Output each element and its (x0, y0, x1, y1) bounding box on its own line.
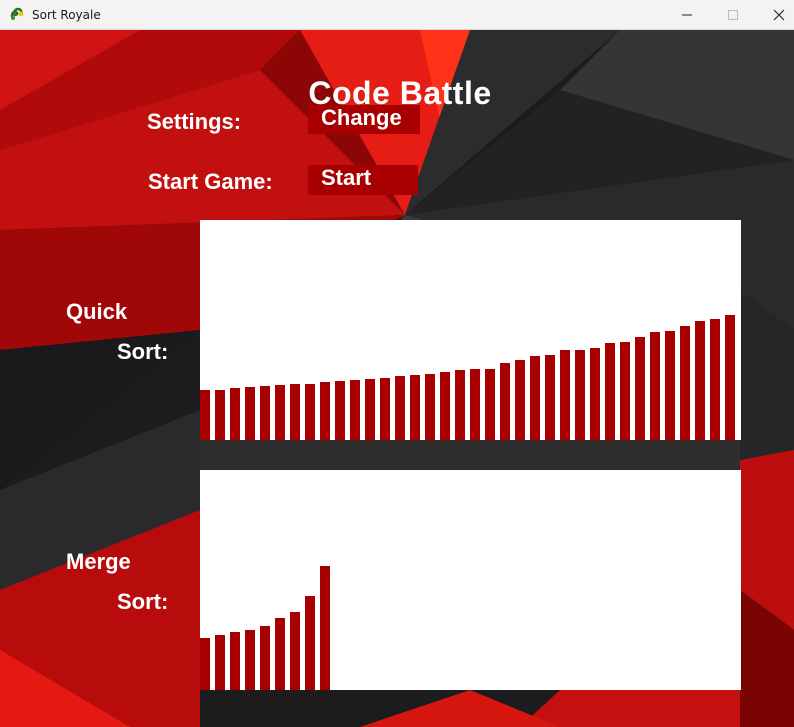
quick-sort-bar (470, 369, 480, 440)
quick-sort-bar (380, 378, 390, 440)
quick-sort-bar (455, 370, 465, 440)
quick-sort-label-line1: Quick (66, 299, 128, 324)
minimize-icon (682, 14, 692, 16)
merge-sort-bar (320, 566, 330, 690)
quick-sort-bar (560, 350, 570, 440)
quick-sort-bar (245, 387, 255, 440)
quick-sort-bar (425, 374, 435, 440)
quick-sort-bar (230, 388, 240, 440)
maximize-button[interactable] (710, 0, 756, 30)
title-bar[interactable]: Sort Royale (0, 0, 794, 30)
merge-sort-bars (200, 566, 330, 690)
quick-sort-bar (395, 376, 405, 440)
quick-sort-bar (215, 390, 225, 440)
merge-sort-bar (275, 618, 285, 690)
app-window: Sort Royale Code Battle Settings: Change… (0, 0, 794, 727)
close-icon (773, 9, 785, 21)
quick-sort-bar (695, 321, 705, 440)
merge-sort-label-line2: Sort: (117, 589, 169, 614)
quick-sort-bar (515, 360, 525, 440)
quick-sort-bar (200, 390, 210, 440)
close-button[interactable] (756, 0, 794, 30)
quick-sort-bar (650, 332, 660, 440)
merge-sort-bar (230, 632, 240, 690)
maximize-icon (728, 10, 738, 20)
merge-sort-panel (200, 470, 741, 690)
merge-sort-bar (200, 638, 210, 690)
quick-sort-bar (335, 381, 345, 440)
quick-sort-bar (320, 382, 330, 440)
quick-sort-label-line2: Sort: (117, 339, 169, 364)
quick-sort-bar (440, 372, 450, 440)
quick-sort-bar (680, 326, 690, 440)
start-game-label: Start Game: (148, 169, 273, 194)
quick-sort-bar (590, 348, 600, 440)
quick-sort-bar (575, 350, 585, 440)
quick-sort-bar (305, 384, 315, 440)
quick-sort-panel (200, 220, 741, 440)
quick-sort-bar (365, 379, 375, 440)
pygame-snake-icon (10, 7, 24, 20)
minimize-button[interactable] (664, 0, 710, 30)
window-title: Sort Royale (32, 8, 101, 22)
start-button[interactable]: Start (308, 165, 418, 195)
change-settings-button[interactable]: Change (308, 105, 420, 134)
merge-sort-label-line1: Merge (66, 549, 131, 574)
merge-sort-bar (245, 630, 255, 690)
quick-sort-bar (710, 319, 720, 440)
quick-sort-bar (530, 356, 540, 440)
game-canvas: Code Battle Settings: Change Start Game:… (0, 30, 794, 727)
merge-sort-bar (215, 635, 225, 690)
quick-sort-bar (725, 315, 735, 440)
quick-sort-bar (410, 375, 420, 440)
settings-label: Settings: (147, 109, 242, 134)
quick-sort-bars (200, 315, 735, 440)
merge-sort-bar (290, 612, 300, 690)
quick-sort-bar (500, 363, 510, 440)
quick-sort-bar (620, 342, 630, 440)
quick-sort-bar (665, 331, 675, 440)
quick-sort-bar (290, 384, 300, 440)
quick-sort-bar (605, 343, 615, 440)
merge-sort-bar (260, 626, 270, 690)
quick-sort-bar (485, 369, 495, 440)
quick-sort-bar (545, 355, 555, 440)
quick-sort-bar (275, 385, 285, 440)
quick-sort-bar (350, 380, 360, 440)
merge-sort-bar (305, 596, 315, 690)
quick-sort-bar (635, 337, 645, 440)
quick-sort-bar (260, 386, 270, 440)
